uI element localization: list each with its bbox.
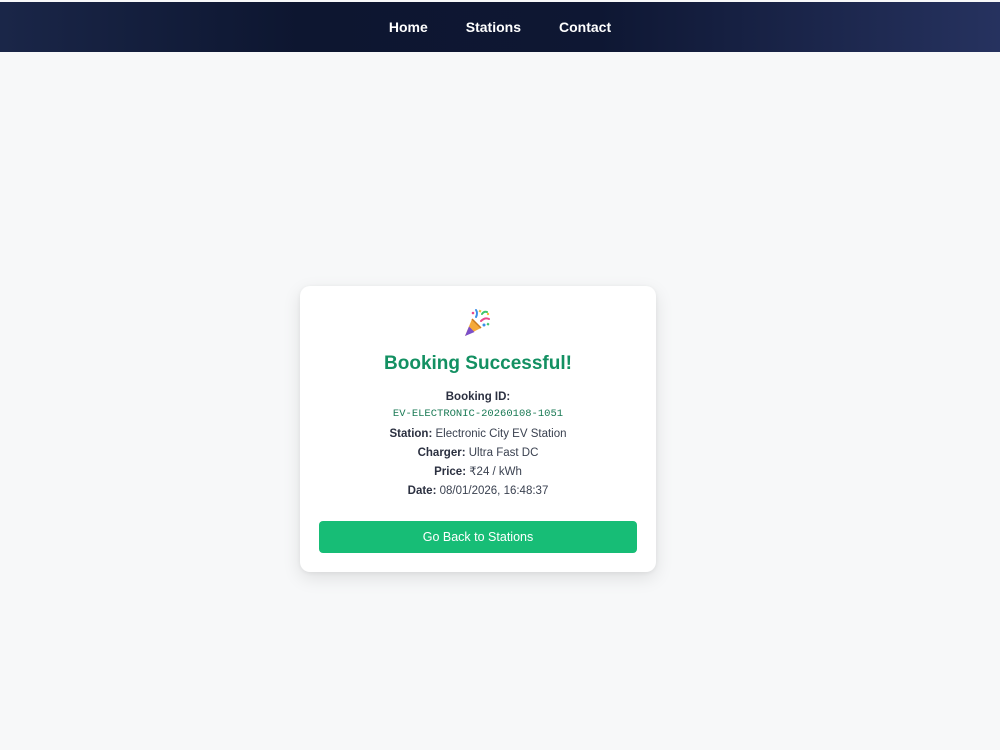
date-row: Date: 08/01/2026, 16:48:37: [300, 482, 656, 501]
nav-contact-link[interactable]: Contact: [540, 2, 630, 52]
booking-success-title: Booking Successful!: [384, 353, 572, 374]
party-popper-icon: [465, 309, 490, 336]
station-row: Station: Electronic City EV Station: [300, 425, 656, 444]
price-row: Price: ₹24 / kWh: [300, 463, 656, 482]
charger-label: Charger:: [417, 447, 466, 459]
price-label: Price:: [434, 466, 467, 478]
booking-details: Booking ID: EV-ELECTRONIC-20260108-1051 …: [300, 388, 656, 501]
booking-id-value: EV-ELECTRONIC-20260108-1051: [392, 408, 564, 420]
booking-id-label: Booking ID:: [445, 391, 511, 403]
top-navbar: Home Stations Contact: [0, 2, 1000, 52]
price-value: ₹24 / kWh: [469, 466, 522, 478]
booking-id-row: Booking ID:: [300, 388, 656, 407]
charger-value: Ultra Fast DC: [468, 447, 539, 459]
station-label: Station:: [389, 428, 433, 440]
booking-confirmation-card: Booking Successful! Booking ID: EV-ELECT…: [300, 286, 656, 572]
date-value: 08/01/2026, 16:48:37: [439, 485, 549, 497]
nav-stations-link[interactable]: Stations: [447, 2, 540, 52]
nav-home-link[interactable]: Home: [370, 2, 447, 52]
date-label: Date:: [407, 485, 437, 497]
station-value: Electronic City EV Station: [435, 428, 567, 440]
charger-row: Charger: Ultra Fast DC: [300, 444, 656, 463]
go-back-to-stations-button[interactable]: Go Back to Stations: [319, 521, 637, 553]
